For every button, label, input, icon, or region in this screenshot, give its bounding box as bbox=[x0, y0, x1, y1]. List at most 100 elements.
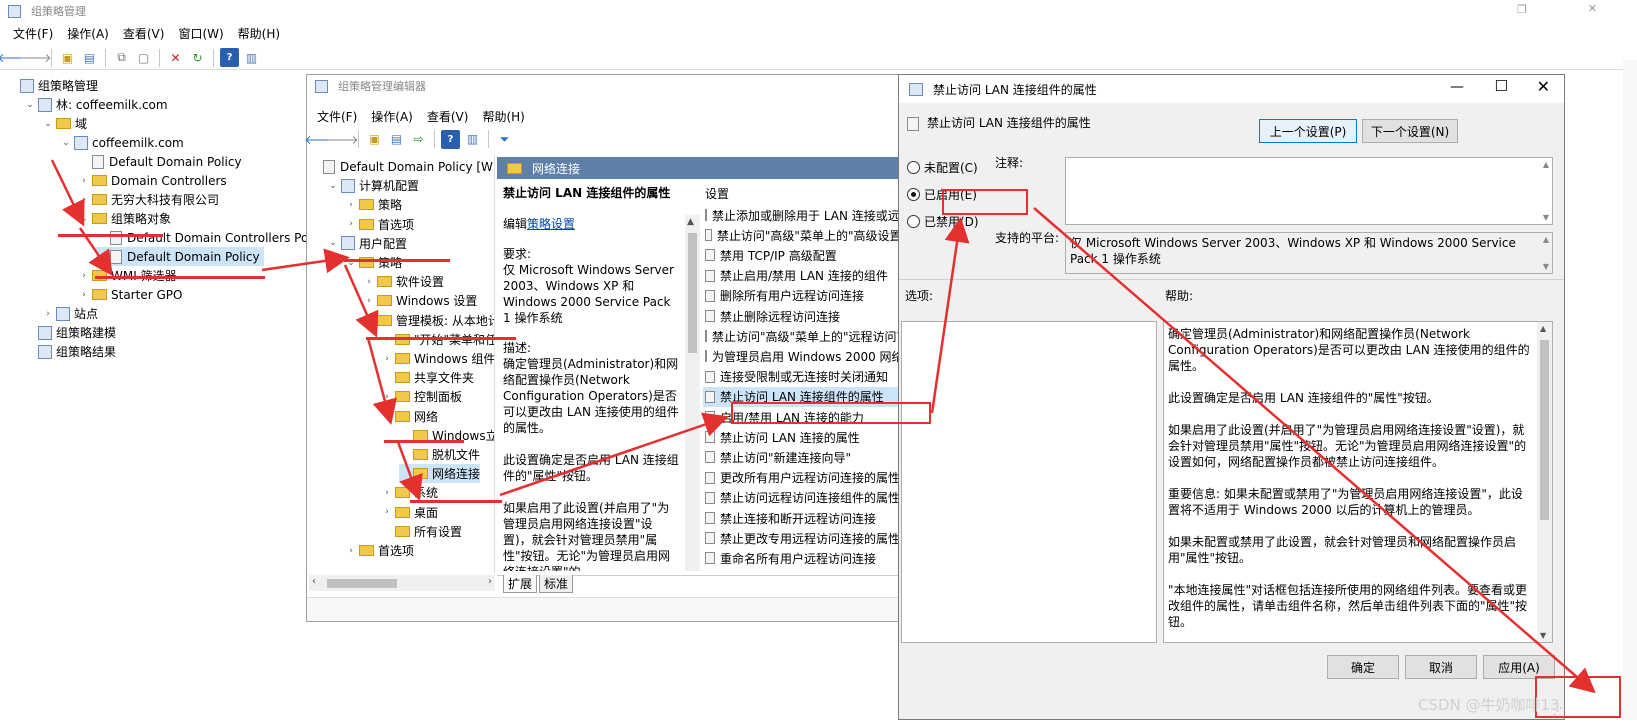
setting-row[interactable]: 禁止删除远程访问连接 bbox=[703, 306, 907, 326]
paste-icon[interactable]: ▢ bbox=[134, 48, 153, 67]
menu-item[interactable]: 帮助(H) bbox=[475, 108, 531, 125]
help-icon[interactable]: ? bbox=[441, 129, 460, 149]
menu-item[interactable]: 文件(F) bbox=[310, 108, 364, 125]
tree-item[interactable]: ⌄ 林: coffeemilk.com bbox=[24, 95, 172, 114]
description-scrollbar[interactable]: ▲ bbox=[685, 215, 700, 571]
setting-row[interactable]: 禁用 TCP/IP 高级配置 bbox=[703, 245, 907, 265]
filter-icon[interactable]: ⏷ bbox=[495, 130, 514, 149]
gpm-side-scroll[interactable] bbox=[1623, 60, 1637, 720]
tree-item[interactable]: 所有设置 bbox=[381, 522, 462, 541]
properties-icon[interactable]: ▥ bbox=[463, 130, 482, 149]
tree-item[interactable]: › Domain Controllers bbox=[78, 171, 231, 190]
tab-extended[interactable]: 扩展 bbox=[503, 575, 538, 593]
tree-item[interactable]: › 首选项 bbox=[345, 541, 414, 560]
help-scrollbar[interactable]: ▲ ▼ bbox=[1537, 322, 1552, 642]
tree-item[interactable]: 组策略建模 bbox=[24, 323, 120, 342]
tree-item[interactable]: 组策略结果 bbox=[24, 342, 120, 361]
tree-item[interactable]: › 站点 bbox=[42, 304, 102, 323]
tree-item[interactable]: › 策略 bbox=[345, 195, 402, 214]
tree-item[interactable]: ⌄ 用户配置 bbox=[327, 234, 407, 253]
menu-item[interactable]: 查看(V) bbox=[420, 108, 476, 125]
tree-item[interactable]: › 软件设置 bbox=[363, 272, 444, 291]
expand-toggle-icon[interactable]: ⌄ bbox=[381, 411, 393, 421]
tree-item[interactable]: ⌄ 组策略对象 bbox=[78, 209, 175, 228]
tree-item[interactable]: ⌄ 策略 bbox=[345, 253, 402, 272]
menu-item[interactable]: 查看(V) bbox=[116, 25, 172, 42]
tree-item[interactable]: 网络连接 bbox=[399, 464, 481, 484]
menu-item[interactable]: 操作(A) bbox=[364, 108, 420, 125]
expand-toggle-icon[interactable]: › bbox=[42, 309, 54, 319]
tree-item[interactable]: ⌄ 域 bbox=[42, 114, 91, 133]
minimize-icon[interactable]: — bbox=[1450, 79, 1464, 95]
tree-item[interactable]: 共享文件夹 bbox=[381, 368, 474, 387]
setting-row[interactable]: 删除所有用户远程访问连接 bbox=[703, 286, 907, 306]
radio-unchecked-icon[interactable] bbox=[907, 215, 920, 228]
radio-option[interactable]: 未配置(C) bbox=[907, 159, 978, 176]
menu-item[interactable]: 帮助(H) bbox=[231, 25, 287, 42]
expand-toggle-icon[interactable]: › bbox=[381, 354, 393, 364]
expand-toggle-icon[interactable]: › bbox=[363, 277, 375, 287]
tree-item[interactable]: › Starter GPO bbox=[78, 285, 186, 304]
expand-toggle-icon[interactable]: › bbox=[78, 176, 90, 186]
expand-toggle-icon[interactable]: › bbox=[78, 271, 90, 281]
setting-row[interactable]: 禁止添加或删除用于 LAN 连接或远程访问连接的组件 bbox=[703, 205, 907, 225]
expand-toggle-icon[interactable]: › bbox=[345, 219, 357, 229]
setting-row[interactable]: 禁止访问"新建连接向导" bbox=[703, 447, 907, 467]
tree-item[interactable]: Default Domain Policy bbox=[78, 152, 246, 171]
expand-toggle-icon[interactable]: › bbox=[78, 195, 90, 205]
setting-row[interactable]: 连接受限制或无连接时关闭通知 bbox=[703, 367, 907, 387]
expand-toggle-icon[interactable]: ⌄ bbox=[78, 214, 90, 224]
expand-toggle-icon[interactable]: › bbox=[381, 392, 393, 402]
setting-row[interactable]: 禁止更改专用远程访问连接的属性 bbox=[703, 528, 907, 548]
up-folder-icon[interactable]: ▣ bbox=[58, 48, 77, 67]
tree-item[interactable]: ⌄ coffeemilk.com bbox=[60, 133, 188, 152]
show-tree-icon[interactable]: ▤ bbox=[80, 48, 99, 67]
tree-item[interactable]: › 首选项 bbox=[345, 215, 414, 234]
setting-row[interactable]: 重命名所有用户远程访问连接 bbox=[703, 548, 907, 568]
setting-row[interactable]: 禁止启用/禁用 LAN 连接的组件 bbox=[703, 266, 907, 286]
radio-checked-icon[interactable] bbox=[907, 188, 920, 201]
tree-item[interactable]: Default Domain Policy bbox=[96, 247, 264, 266]
restore-icon[interactable]: ❐ bbox=[1517, 3, 1527, 16]
expand-toggle-icon[interactable]: ⌄ bbox=[327, 181, 339, 191]
tree-item[interactable]: ⌄ 管理模板: 从本地计算机 bbox=[363, 311, 494, 330]
tree-item[interactable]: Default Domain Controllers Policy bbox=[96, 228, 316, 247]
tree-item[interactable]: › Windows 组件 bbox=[381, 349, 494, 368]
tree-item[interactable]: 组策略管理 bbox=[6, 76, 102, 95]
expand-toggle-icon[interactable]: › bbox=[381, 507, 393, 517]
radio-unchecked-icon[interactable] bbox=[907, 161, 920, 174]
menu-item[interactable]: 操作(A) bbox=[60, 25, 116, 42]
show-tree-icon[interactable]: ▤ bbox=[387, 130, 406, 149]
delete-icon[interactable]: ✕ bbox=[166, 48, 185, 67]
setting-row[interactable]: 更改所有用户远程访问连接的属性 bbox=[703, 468, 907, 488]
editor-tree-hscroll[interactable]: ‹ › bbox=[309, 575, 495, 591]
comment-textarea[interactable]: ▲ ▼ bbox=[1065, 157, 1553, 225]
setting-row[interactable]: 为管理员启用 Windows 2000 网络连接设置 bbox=[703, 346, 907, 366]
expand-toggle-icon[interactable]: › bbox=[78, 290, 90, 300]
refresh-icon[interactable]: ↻ bbox=[188, 48, 207, 67]
expand-toggle-icon[interactable]: ⌄ bbox=[327, 238, 339, 248]
setting-row[interactable]: 禁止访问 LAN 连接的属性 bbox=[703, 427, 907, 447]
close-icon[interactable]: ✕ bbox=[1537, 77, 1550, 96]
maximize-icon[interactable]: ☐ bbox=[1495, 77, 1508, 95]
tree-item[interactable]: › 无穷大科技有限公司 bbox=[78, 190, 223, 209]
tree-item[interactable]: 脱机文件 bbox=[399, 445, 480, 464]
edit-policy-link[interactable]: 策略设置 bbox=[527, 217, 575, 231]
copy-icon[interactable]: ⧉ bbox=[112, 48, 131, 67]
setting-row[interactable]: 禁止连接和断开远程访问连接 bbox=[703, 508, 907, 528]
tree-item[interactable]: › Windows 设置 bbox=[363, 291, 477, 310]
tree-item[interactable]: ⌄ 计算机配置 bbox=[327, 176, 419, 195]
expand-toggle-icon[interactable]: › bbox=[345, 200, 357, 210]
settings-header[interactable]: 设置 bbox=[705, 185, 729, 202]
tree-item[interactable]: › 桌面 bbox=[381, 503, 438, 522]
expand-toggle-icon[interactable]: ⌄ bbox=[42, 119, 54, 129]
expand-toggle-icon[interactable]: ⌄ bbox=[24, 100, 36, 110]
help-icon[interactable]: ? bbox=[220, 48, 239, 67]
expand-toggle-icon[interactable]: ⌄ bbox=[363, 315, 375, 325]
ok-button[interactable]: 确定 bbox=[1327, 655, 1399, 679]
cancel-button[interactable]: 取消 bbox=[1405, 655, 1477, 679]
forward-icon[interactable]: 🡒 bbox=[19, 48, 51, 67]
close-icon[interactable]: ✕ bbox=[1588, 2, 1597, 15]
setting-row[interactable]: 禁止访问"高级"菜单上的"远程访问首选项" bbox=[703, 326, 907, 346]
expand-toggle-icon[interactable]: › bbox=[345, 546, 357, 556]
